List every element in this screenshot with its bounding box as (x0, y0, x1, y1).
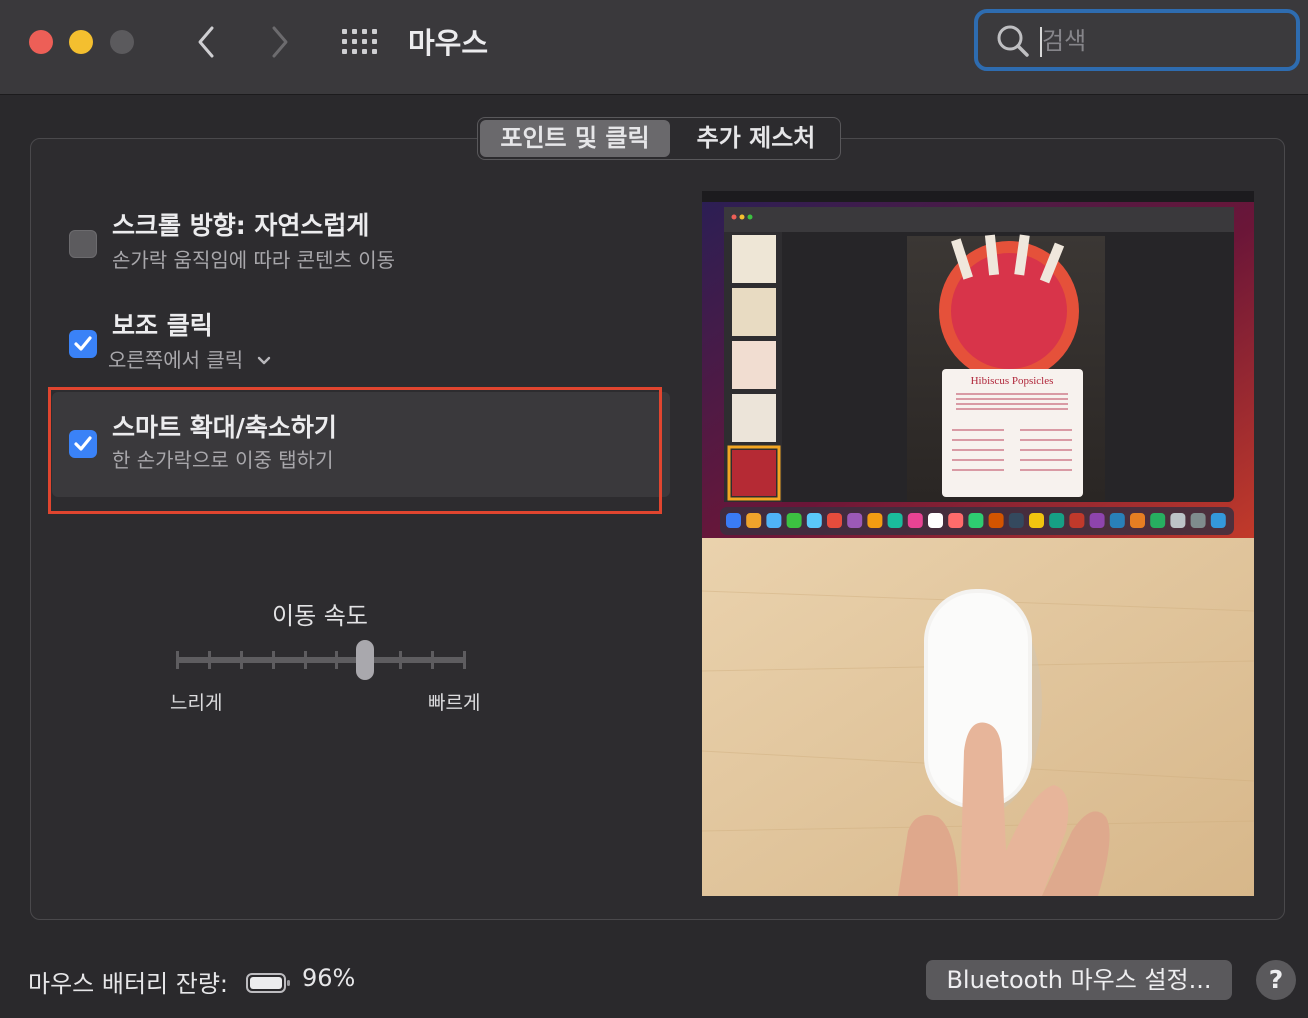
tab-bar: 포인트 및 클릭 추가 제스처 (477, 117, 841, 160)
highlight-box (48, 387, 662, 514)
option-secondary-click[interactable]: 보조 클릭 오른쪽에서 클릭 (52, 296, 670, 386)
dock-app-icon (988, 513, 1004, 528)
slider-tick (239, 651, 243, 669)
search-field[interactable] (974, 9, 1300, 71)
checkmark-icon (74, 336, 92, 351)
dock-app-icon (1089, 513, 1105, 528)
dropdown-value: 오른쪽에서 클릭 (108, 348, 244, 372)
dock-app-icon (1150, 513, 1166, 528)
chevron-right-icon (272, 26, 288, 58)
battery-label: 마우스 배터리 잔량: (28, 970, 228, 998)
help-button[interactable]: ? (1256, 960, 1296, 1000)
secondary-click-checkbox[interactable] (69, 330, 97, 358)
dock-app-icon (867, 513, 883, 528)
dock-app-icon (786, 513, 802, 528)
grid-icon (342, 29, 377, 54)
text-cursor (1040, 27, 1042, 57)
dock-app-icon (847, 513, 863, 528)
dock-app-icon (766, 513, 782, 528)
preview-doc-heading: Hibiscus Popsicles (971, 375, 1054, 387)
fast-label: 빠르게 (428, 692, 481, 714)
minimize-window-button[interactable] (69, 30, 93, 54)
dock-app-icon (928, 513, 943, 528)
dock-app-icon (746, 513, 762, 528)
chevron-left-icon (198, 26, 214, 58)
search-icon (997, 25, 1029, 57)
tracking-speed-label: 이동 속도 (272, 602, 368, 630)
tab-more-gestures[interactable]: 추가 제스처 (672, 118, 840, 159)
option-title: 스크롤 방향: 자연스럽게 (112, 211, 370, 240)
secondary-click-dropdown[interactable]: 오른쪽에서 클릭 (108, 344, 272, 373)
dock-app-icon (1190, 513, 1206, 528)
slider-tick (271, 651, 275, 669)
dock-app-icon (806, 513, 822, 528)
slider-tick (463, 651, 466, 669)
battery-icon (246, 973, 290, 993)
option-scroll-direction[interactable]: 스크롤 방향: 자연스럽게 손가락 움직임에 따라 콘텐츠 이동 (52, 196, 670, 286)
dock-app-icon (907, 513, 923, 528)
dock-app-icon (1049, 513, 1065, 528)
back-button[interactable] (192, 22, 222, 62)
dock-app-icon (1170, 513, 1186, 528)
tab-point-and-click[interactable]: 포인트 및 클릭 (480, 120, 670, 157)
slider-tick (176, 651, 179, 669)
slow-label: 느리게 (170, 692, 223, 714)
close-window-button[interactable] (29, 30, 53, 54)
option-subtitle: 손가락 움직임에 따라 콘텐츠 이동 (112, 248, 396, 272)
show-all-button[interactable] (341, 28, 379, 56)
zoom-window-button[interactable] (110, 30, 134, 54)
scroll-direction-checkbox[interactable] (69, 230, 97, 258)
chevron-down-icon (257, 356, 270, 365)
battery-percentage: 96% (302, 964, 356, 992)
option-title: 보조 클릭 (112, 311, 213, 340)
dock-app-icon (827, 513, 842, 528)
slider-tick (335, 651, 339, 669)
slider-track (176, 657, 466, 663)
slider-tick (399, 651, 403, 669)
dock-app-icon (726, 513, 741, 528)
slider-tick (303, 651, 307, 669)
dock-app-icon (1130, 513, 1145, 528)
dock-app-icon (948, 513, 964, 528)
search-input[interactable] (1040, 25, 1284, 57)
window-title: 마우스 (408, 26, 489, 60)
dock-app-icon (887, 513, 903, 528)
slider-tick (207, 651, 211, 669)
slider-tick (431, 651, 435, 669)
forward-button[interactable] (264, 22, 294, 62)
tracking-speed-slider[interactable] (172, 640, 470, 680)
dock-app-icon (1210, 513, 1226, 528)
dock-app-icon (968, 513, 984, 528)
dock-app-icon (1008, 513, 1024, 528)
title-bar: 마우스 (0, 0, 1308, 95)
slider-thumb[interactable] (355, 640, 374, 680)
dock-app-icon (1109, 513, 1125, 528)
dock-app-icon (1029, 513, 1044, 528)
dock-app-icon (1069, 513, 1085, 528)
bluetooth-mouse-setup-button[interactable]: Bluetooth 마우스 설정... (926, 960, 1232, 1000)
gesture-preview-video: Hibiscus Popsicles (702, 191, 1254, 896)
